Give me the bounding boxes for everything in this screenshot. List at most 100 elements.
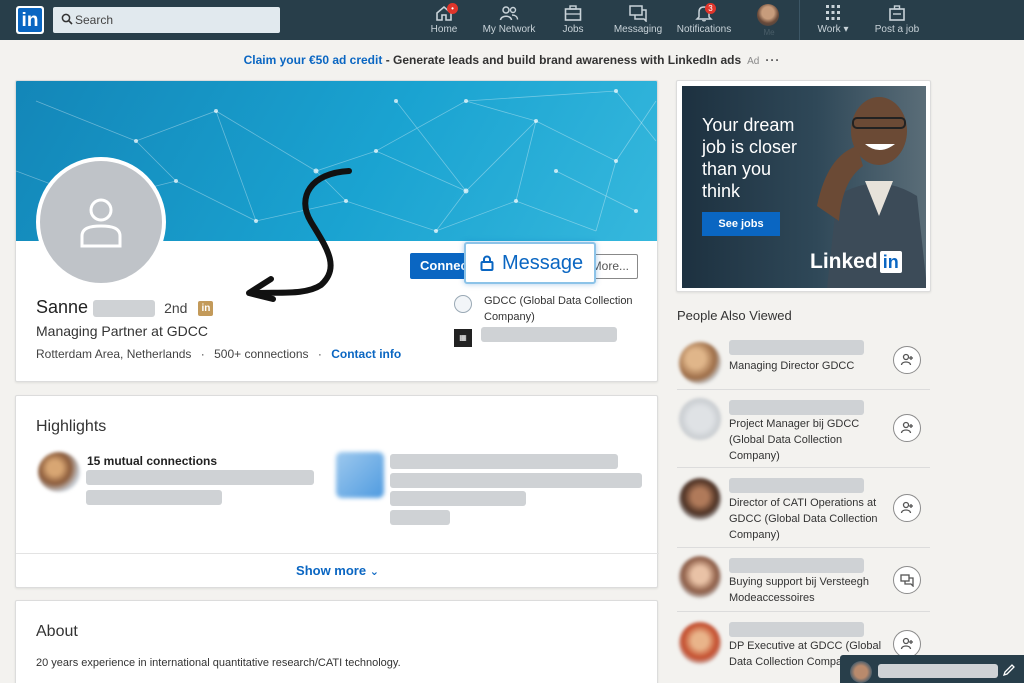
ad-image: Your dream job is closer than you think … — [682, 86, 926, 288]
about-card: About 20 years experience in internation… — [15, 600, 658, 683]
list-item[interactable]: Managing Director GDCC — [677, 336, 930, 390]
home-badge: • — [447, 3, 458, 14]
avatar — [850, 661, 872, 683]
avatar — [679, 342, 721, 384]
mutual-avatar — [38, 452, 80, 492]
redacted-text — [390, 491, 526, 506]
connection-degree: 2nd — [164, 300, 188, 317]
separator: · — [317, 347, 322, 361]
profile-headline: Managing Partner at GDCC — [36, 323, 208, 339]
redacted-text — [390, 454, 618, 469]
nav-my-network[interactable]: My Network — [481, 4, 537, 38]
connect-button[interactable] — [893, 346, 921, 374]
nav-home-label: Home — [430, 24, 458, 35]
avatar — [679, 478, 721, 520]
linkedin-premium-icon: in — [198, 300, 214, 316]
grid-icon — [826, 5, 840, 20]
separator: · — [200, 347, 205, 361]
see-jobs-button[interactable]: See jobs — [702, 212, 780, 236]
connect-button[interactable] — [893, 630, 921, 658]
linkedin-logo-icon[interactable]: in — [16, 6, 44, 34]
add-user-icon — [900, 353, 913, 366]
notifications-badge: 3 — [705, 3, 716, 14]
highlights-title: Highlights — [36, 418, 107, 435]
person-headline: Director of CATI Operations at GDCC (Glo… — [729, 497, 878, 541]
messaging-dock[interactable] — [840, 655, 1024, 683]
add-user-icon — [900, 421, 913, 434]
education[interactable]: ▦ — [454, 327, 654, 347]
highlight-image — [336, 452, 384, 498]
contact-info-link[interactable]: Contact info — [331, 347, 401, 361]
wordmark-linked: Linked — [810, 250, 878, 273]
redacted-school — [481, 327, 617, 342]
annotation-arrow-icon — [246, 168, 352, 302]
redacted-name — [729, 622, 864, 637]
right-rail-ad[interactable]: Your dream job is closer than you think … — [676, 80, 931, 292]
nav-post-a-job-label: Post a job — [874, 24, 920, 35]
search-input[interactable] — [75, 7, 275, 33]
about-title: About — [36, 623, 78, 640]
company-name: GDCC (Global Data Collection Company) — [484, 295, 633, 323]
mutual-connections[interactable]: 15 mutual connections — [87, 454, 217, 468]
nav-divider — [799, 0, 800, 40]
connect-button[interactable] — [893, 414, 921, 442]
profile-card: Connect More... Sanne 2nd in Managing Pa… — [15, 80, 658, 382]
nav-home[interactable]: • Home — [428, 3, 460, 38]
profile-name: Sanne 2nd in — [36, 297, 214, 318]
list-item[interactable]: Project Manager bij GDCC (Global Data Co… — [677, 390, 930, 468]
redacted-text — [86, 470, 314, 485]
connect-button[interactable]: Connect — [410, 253, 470, 279]
ad-banner-text: - Generate leads and build brand awarene… — [382, 53, 742, 67]
profile-location: Rotterdam Area, Netherlands — [36, 347, 192, 361]
redacted-text — [86, 490, 222, 505]
first-name: Sanne — [36, 297, 89, 317]
connections-count[interactable]: 500+ connections — [214, 347, 308, 361]
redacted-name — [729, 558, 864, 573]
profile-photo[interactable] — [36, 157, 166, 287]
school-logo-icon: ▦ — [454, 329, 472, 347]
add-user-icon — [900, 637, 913, 650]
compose-icon[interactable] — [1002, 663, 1016, 677]
redacted-name — [729, 340, 864, 355]
people-icon — [499, 6, 519, 21]
redacted-text — [390, 510, 450, 525]
current-company[interactable]: GDCC (Global Data Collection Company) — [454, 293, 654, 325]
nav-my-network-label: My Network — [482, 24, 536, 35]
search-box[interactable] — [53, 7, 280, 33]
message-button-label: Message — [502, 252, 584, 274]
message-button[interactable]: Message — [464, 242, 596, 284]
wordmark-in: in — [879, 251, 902, 273]
nav-jobs[interactable]: Jobs — [558, 4, 588, 38]
nav-messaging[interactable]: Messaging — [613, 4, 663, 38]
nav-notifications[interactable]: 3 Notifications — [674, 3, 734, 38]
linkedin-wordmark: Linked in — [810, 250, 902, 274]
people-also-viewed-title: People Also Viewed — [677, 308, 792, 323]
redacted-name — [729, 478, 864, 493]
list-item[interactable]: Buying support bij Versteegh Modeaccesso… — [677, 548, 930, 612]
show-more-button[interactable]: Show more ⌄ — [16, 553, 659, 588]
person-headline: Managing Director GDCC — [729, 360, 855, 372]
message-user-button[interactable] — [893, 566, 921, 594]
about-text: 20 years experience in international qua… — [36, 657, 401, 669]
ad-more-button[interactable]: ··· — [765, 53, 780, 67]
connect-button[interactable] — [893, 494, 921, 522]
nav-post-a-job[interactable]: Post a job — [873, 4, 921, 38]
ad-credit-link[interactable]: Claim your €50 ad credit — [244, 53, 383, 67]
messaging-icon — [629, 5, 647, 22]
nav-work-label: Work — [817, 24, 841, 35]
list-item[interactable]: Director of CATI Operations at GDCC (Glo… — [677, 468, 930, 548]
chevron-down-icon: ⌄ — [369, 566, 379, 578]
redacted-text — [878, 664, 998, 678]
redacted-name — [729, 400, 864, 415]
nav-work[interactable]: Work ▾ — [811, 4, 855, 38]
ad-tag: Ad — [747, 56, 760, 67]
show-more-label: Show more — [296, 563, 367, 578]
nav-messaging-label: Messaging — [613, 24, 663, 35]
top-nav: in • Home My Network Jobs Messaging 3 No… — [0, 0, 1024, 40]
nav-me-label: Me — [763, 28, 775, 37]
messaging-icon — [900, 574, 914, 587]
person-placeholder-icon — [80, 198, 122, 248]
me-avatar[interactable] — [757, 4, 779, 26]
add-user-icon — [900, 501, 913, 514]
briefcase-icon — [564, 5, 582, 21]
